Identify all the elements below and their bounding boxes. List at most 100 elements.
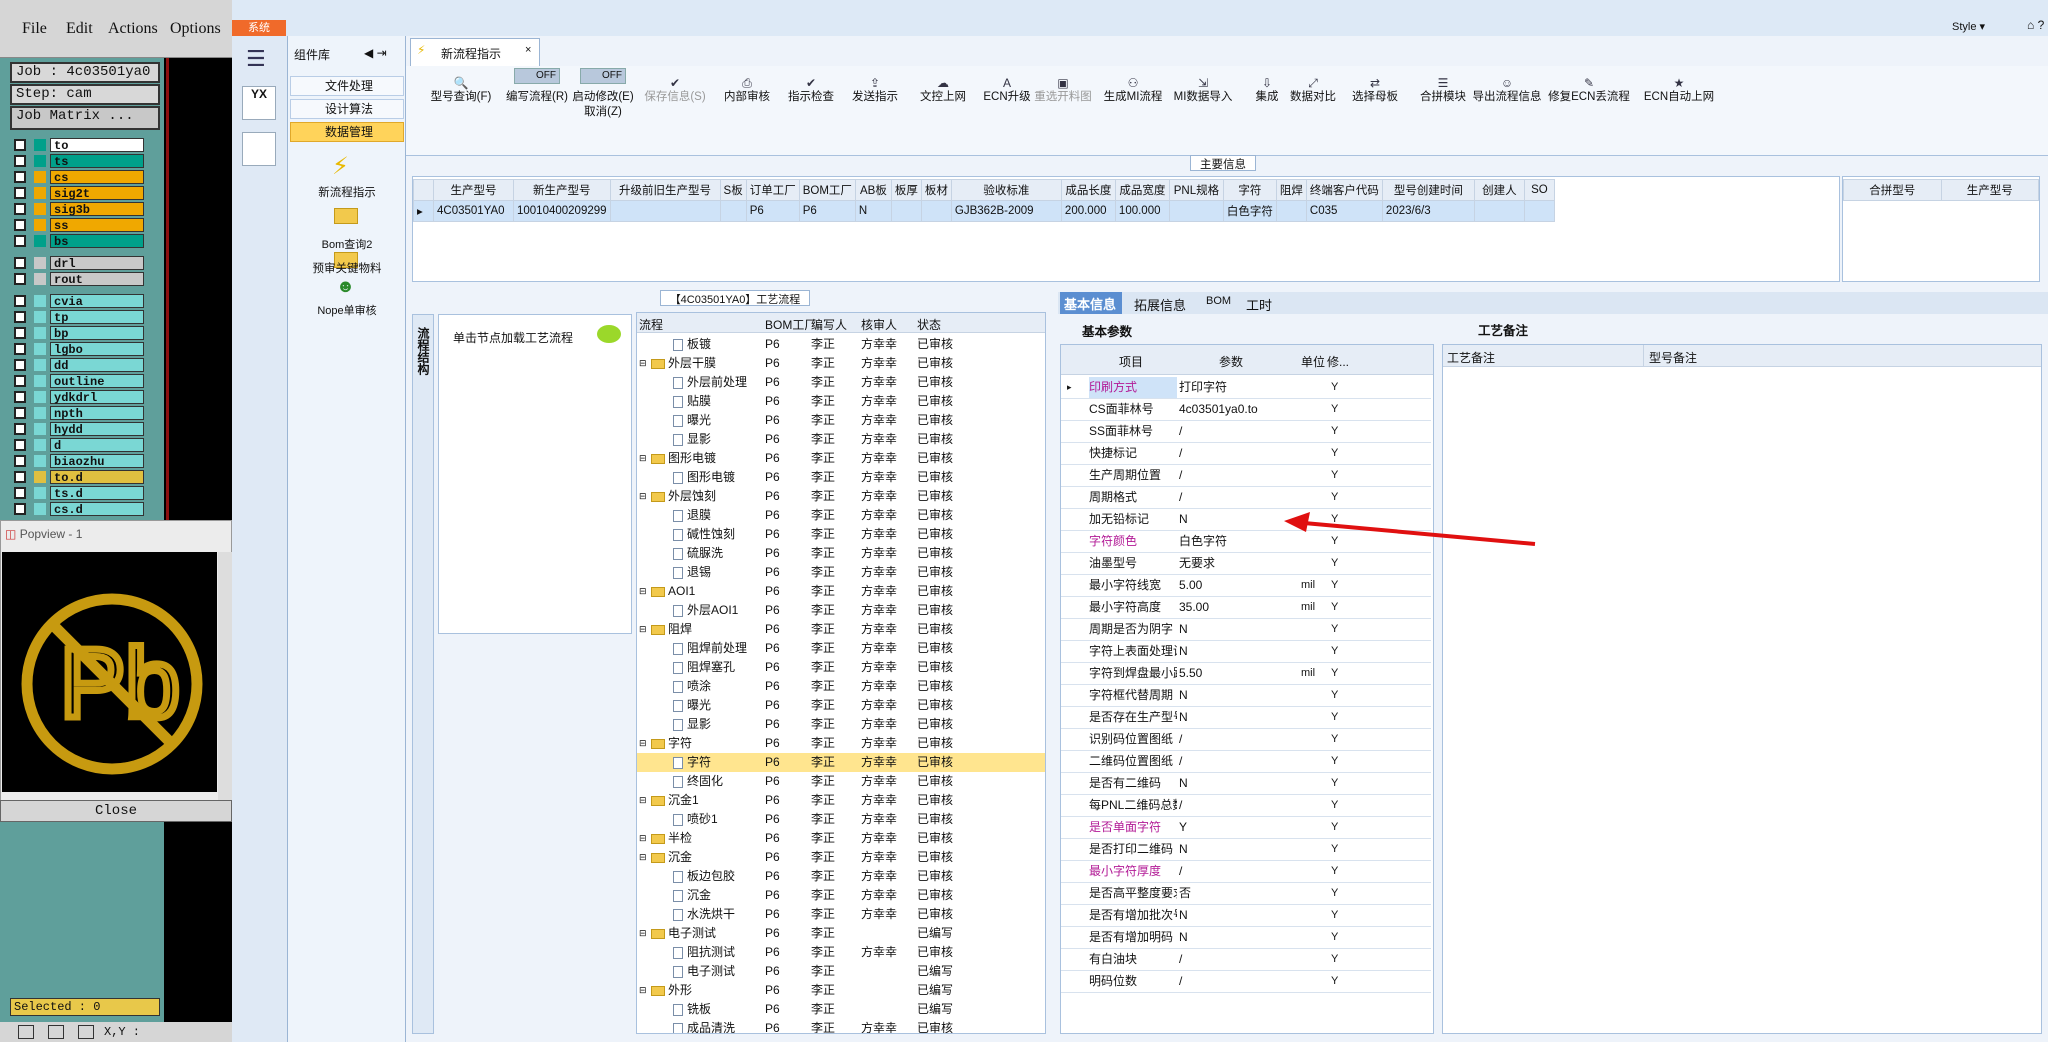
layer-row[interactable]: sig2t: [14, 186, 164, 201]
layer-checkbox[interactable]: [14, 327, 26, 339]
layer-name[interactable]: to.d: [50, 470, 144, 485]
grid-cell[interactable]: [1523, 200, 1555, 222]
tree-row[interactable]: ⊟ 外形 P6 李正 已编写: [637, 981, 1045, 1000]
layer-checkbox[interactable]: [14, 155, 26, 167]
tree-node-name[interactable]: 半检: [651, 829, 692, 848]
table-row[interactable]: ▸ 4C03501YA0 10010400209299 P6 P6 N GJB362B-20…: [413, 200, 1555, 222]
param-value[interactable]: N: [1179, 773, 1297, 794]
layer-name[interactable]: cvia: [50, 294, 144, 309]
tree-row[interactable]: ⊟ AOI1 P6 李正 方幸幸 已审核: [637, 582, 1045, 601]
param-value[interactable]: /: [1179, 465, 1297, 486]
tool-new-flow[interactable]: 新流程指示: [288, 184, 406, 200]
layer-checkbox[interactable]: [14, 187, 26, 199]
layer-checkbox[interactable]: [14, 139, 26, 151]
hamburger-icon[interactable]: ☰: [246, 46, 266, 72]
toggle-switch[interactable]: OFF: [514, 68, 560, 84]
param-value[interactable]: 否: [1179, 883, 1297, 904]
param-value[interactable]: /: [1179, 861, 1297, 882]
layer-row[interactable]: cvia: [14, 294, 164, 309]
layer-row[interactable]: cs: [14, 170, 164, 185]
tree-col-header[interactable]: 核审人: [861, 316, 897, 333]
layer-checkbox[interactable]: [14, 423, 26, 435]
param-row[interactable]: 字符框代替周期 N Y: [1061, 685, 1431, 707]
tree-node-name[interactable]: AOI1: [651, 582, 695, 601]
grid-col-header[interactable]: SO: [1523, 179, 1555, 201]
tab-basic-info[interactable]: 基本信息: [1060, 292, 1122, 314]
param-row[interactable]: SS面菲林号 / Y: [1061, 421, 1431, 443]
merge-col[interactable]: 合拼型号: [1843, 179, 1942, 201]
popview-scrollbar[interactable]: [218, 552, 232, 800]
param-row[interactable]: 周期是否为阴字 N Y: [1061, 619, 1431, 641]
layer-row[interactable]: bs: [14, 234, 164, 249]
tree-row[interactable]: 曝光 P6 李正 方幸幸 已审核: [637, 696, 1045, 715]
grid-cell[interactable]: 10010400209299: [513, 200, 611, 222]
collapse-icon[interactable]: ⊟: [639, 487, 647, 506]
layer-name[interactable]: hydd: [50, 422, 144, 437]
tree-node-name[interactable]: 水洗烘干: [673, 905, 735, 924]
layer-row[interactable]: ydkdrl: [14, 390, 164, 405]
tree-node-name[interactable]: 喷涂: [673, 677, 711, 696]
param-row[interactable]: ▸ 印刷方式 打印字符 Y: [1061, 377, 1431, 399]
grid-cell[interactable]: C035: [1305, 200, 1383, 222]
param-value[interactable]: 5.50: [1179, 663, 1297, 684]
layer-row[interactable]: rout: [14, 272, 164, 287]
tree-node-name[interactable]: 碱性蚀刻: [673, 525, 735, 544]
tree-row[interactable]: 沉金 P6 李正 方幸幸 已审核: [637, 886, 1045, 905]
tree-node-name[interactable]: 图形电镀: [651, 449, 716, 468]
param-value[interactable]: /: [1179, 971, 1297, 992]
layer-name[interactable]: d: [50, 438, 144, 453]
layer-checkbox[interactable]: [14, 295, 26, 307]
grid-cell[interactable]: GJB362B-2009: [950, 200, 1062, 222]
layer-name[interactable]: ts: [50, 154, 144, 169]
layer-checkbox[interactable]: [14, 407, 26, 419]
folder-icon[interactable]: [334, 208, 358, 224]
grid-cell[interactable]: 200.000: [1060, 200, 1116, 222]
grid-cell[interactable]: [609, 200, 721, 222]
grid-cell[interactable]: [1473, 200, 1525, 222]
tree-node-name[interactable]: 沉金: [673, 886, 711, 905]
param-value[interactable]: /: [1179, 795, 1297, 816]
tree-row[interactable]: 外层前处理 P6 李正 方幸幸 已审核: [637, 373, 1045, 392]
tree-node-name[interactable]: 电子测试: [651, 924, 716, 943]
tree-row[interactable]: 退锡 P6 李正 方幸幸 已审核: [637, 563, 1045, 582]
tree-row[interactable]: 成品清洗 P6 李正 方幸幸 已审核: [637, 1019, 1045, 1033]
collapse-icon[interactable]: ⊟: [639, 734, 647, 753]
grid-col-header[interactable]: 成品宽度: [1114, 179, 1170, 201]
tree-row[interactable]: ⊟ 字符 P6 李正 方幸幸 已审核: [637, 734, 1045, 753]
layer-name[interactable]: biaozhu: [50, 454, 144, 469]
layer-name[interactable]: lgbo: [50, 342, 144, 357]
grid-cell[interactable]: [920, 200, 952, 222]
collapse-icon[interactable]: ⊟: [639, 582, 647, 601]
param-value[interactable]: /: [1179, 729, 1297, 750]
side-item-design[interactable]: 设计算法: [290, 99, 404, 119]
param-row[interactable]: 生产周期位置 / Y: [1061, 465, 1431, 487]
grid-col-header[interactable]: 生产型号: [433, 179, 514, 201]
param-row[interactable]: 是否存在生产型号 N Y: [1061, 707, 1431, 729]
grid-cell[interactable]: 100.000: [1114, 200, 1170, 222]
param-row[interactable]: 每PNL二维码总数 / Y: [1061, 795, 1431, 817]
model-notes-input[interactable]: [1647, 371, 2037, 1027]
zoom-tool-icon[interactable]: [48, 1025, 64, 1039]
tree-row[interactable]: 退膜 P6 李正 方幸幸 已审核: [637, 506, 1045, 525]
grid-cell[interactable]: 白色字符: [1222, 200, 1277, 222]
param-value[interactable]: N: [1179, 927, 1297, 948]
select-tool-icon[interactable]: [18, 1025, 34, 1039]
layer-row[interactable]: to.d: [14, 470, 164, 485]
param-value[interactable]: Y: [1179, 817, 1297, 838]
param-row[interactable]: 有白油块 / Y: [1061, 949, 1431, 971]
layer-row[interactable]: tp: [14, 310, 164, 325]
tab-hours[interactable]: 工时: [1246, 295, 1272, 314]
collapse-icon[interactable]: ⊟: [639, 924, 647, 943]
param-value[interactable]: /: [1179, 751, 1297, 772]
tree-row[interactable]: ⊟ 外层蚀刻 P6 李正 方幸幸 已审核: [637, 487, 1045, 506]
layer-row[interactable]: cs.d: [14, 502, 164, 517]
tree-node-name[interactable]: 外层干膜: [651, 354, 716, 373]
param-row[interactable]: 是否单面字符 Y Y: [1061, 817, 1431, 839]
toolbar-button[interactable]: ☺ 导出流程信息: [1462, 76, 1552, 105]
param-value[interactable]: 35.00: [1179, 597, 1297, 618]
tree-node-name[interactable]: 阻焊前处理: [673, 639, 747, 658]
layer-row[interactable]: npth: [14, 406, 164, 421]
layer-name[interactable]: bp: [50, 326, 144, 341]
layer-checkbox[interactable]: [14, 311, 26, 323]
tree-row[interactable]: 硫脲洗 P6 李正 方幸幸 已审核: [637, 544, 1045, 563]
